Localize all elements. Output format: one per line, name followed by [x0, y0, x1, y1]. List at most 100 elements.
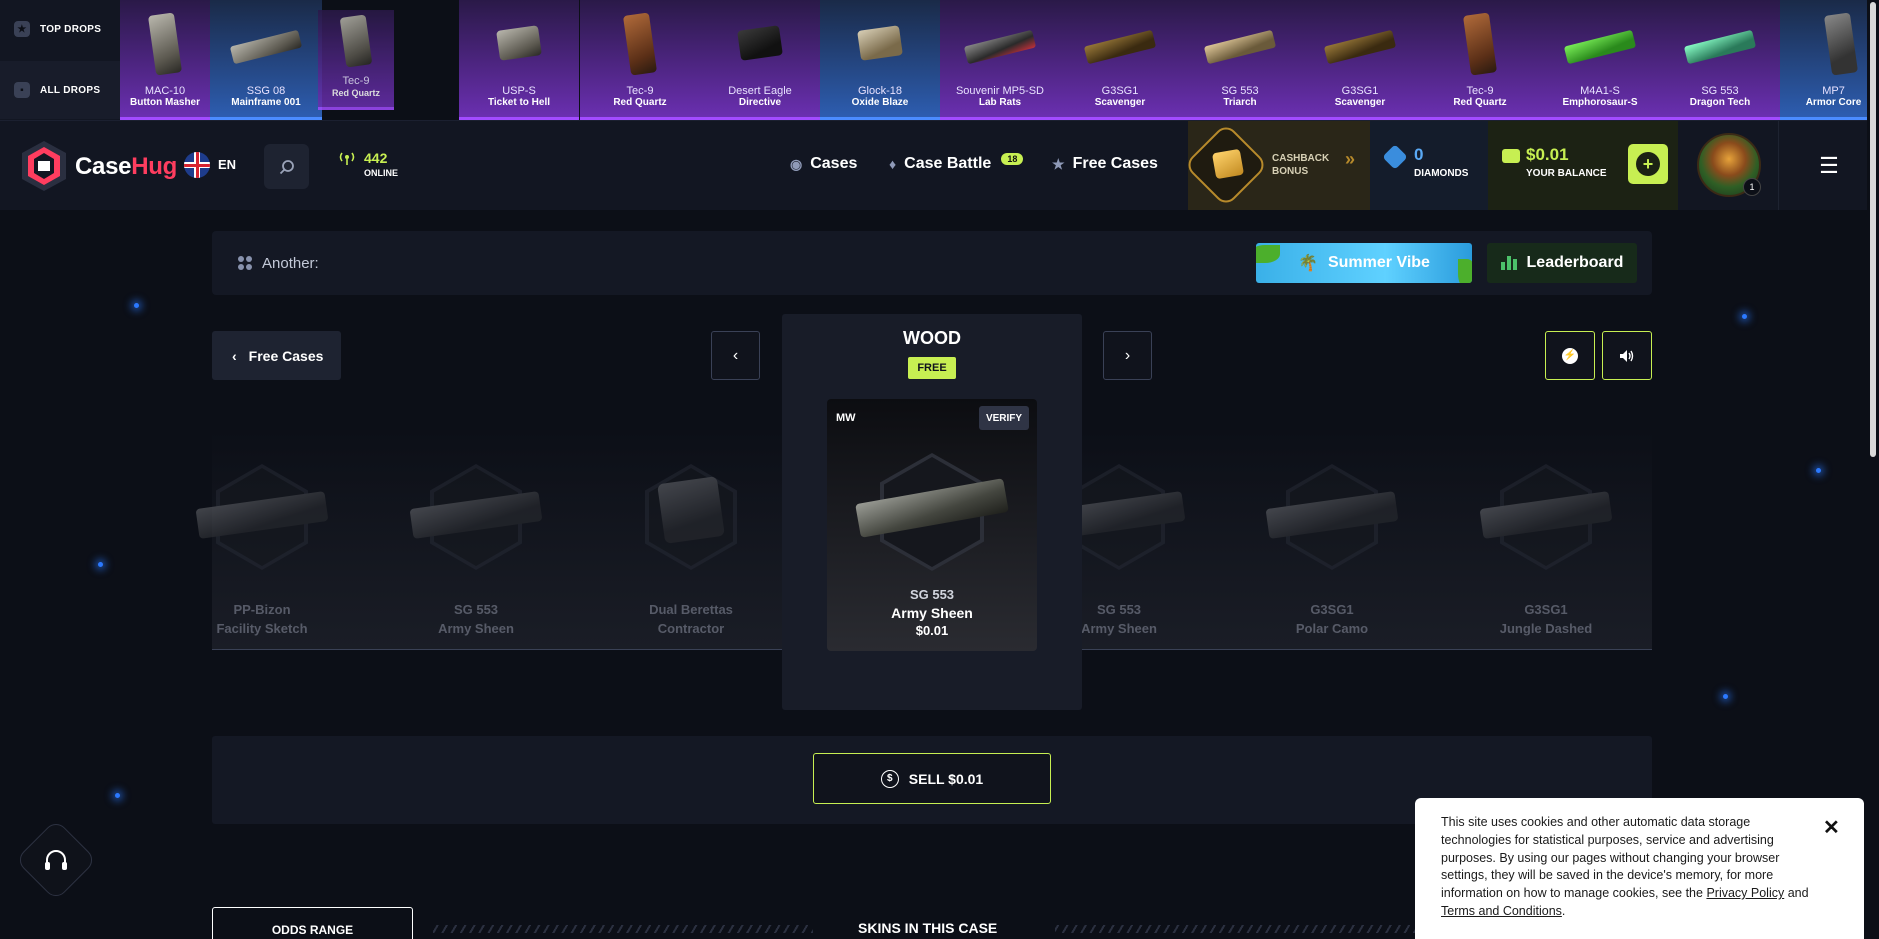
- back-to-free-cases-button[interactable]: ‹ Free Cases: [212, 331, 341, 380]
- drop-item[interactable]: G3SG1 Scavenger: [1060, 0, 1180, 120]
- signal-icon: [339, 152, 355, 165]
- drop-item[interactable]: Tec-9 Red Quartz: [580, 0, 700, 120]
- item-skin: Facility Sketch: [216, 621, 308, 636]
- glow-dot: [134, 303, 139, 308]
- leaderboard-label: Leaderboard: [1526, 254, 1624, 271]
- close-cookie-button[interactable]: ✕: [1823, 818, 1840, 838]
- free-badge: FREE: [908, 357, 956, 379]
- drop-item[interactable]: Desert Eagle Directive: [700, 0, 820, 120]
- sell-button[interactable]: $ SELL $0.01: [813, 753, 1051, 804]
- bar-chart-icon: [1500, 256, 1517, 270]
- logo-text[interactable]: CaseHug: [75, 153, 177, 181]
- drop-skin: Ticket to Hell: [487, 97, 551, 108]
- prev-case-button[interactable]: ‹: [711, 331, 760, 380]
- plus-icon: +: [1636, 152, 1660, 176]
- add-funds-button[interactable]: +: [1628, 144, 1668, 184]
- drop-weapon: Tec-9: [1466, 85, 1494, 97]
- won-item-card[interactable]: MW VERIFY SG 553 Army Sheen $0.01: [827, 399, 1037, 651]
- nav-cases[interactable]: ◉ Cases: [790, 155, 857, 173]
- scrollbar[interactable]: [1867, 0, 1879, 939]
- all-drops-tab[interactable]: ▪ ALL DROPS: [0, 61, 120, 119]
- drop-item[interactable]: SSG 08 Mainframe 001: [210, 0, 322, 120]
- privacy-policy-link[interactable]: Privacy Policy: [1706, 886, 1784, 900]
- terms-link[interactable]: Terms and Conditions: [1441, 904, 1562, 918]
- drop-item[interactable]: M4A1-S Emphorosaur-S: [1540, 0, 1660, 120]
- leaderboard-button[interactable]: Leaderboard: [1487, 243, 1637, 283]
- drop-item[interactable]: USP-S Ticket to Hell: [459, 0, 579, 120]
- sound-toggle-button[interactable]: [1602, 331, 1652, 380]
- drop-weapon: G3SG1: [1341, 85, 1379, 97]
- box-icon: ▪: [14, 82, 30, 98]
- cashback-bonus-button[interactable]: CASHBACK BONUS »: [1183, 121, 1370, 210]
- nav-battle-label: Case Battle: [904, 155, 992, 172]
- nav-cases-label: Cases: [810, 155, 858, 172]
- next-case-button[interactable]: ›: [1103, 331, 1152, 380]
- drop-skin: Red Quartz: [331, 88, 380, 98]
- fast-mode-button[interactable]: ⚡: [1545, 331, 1595, 380]
- drop-skin: Button Masher: [130, 97, 200, 108]
- drop-skin: Scavenger: [1334, 97, 1386, 108]
- balance-value: $0.01: [1526, 145, 1569, 164]
- summer-vibe-button[interactable]: 🌴 Summer Vibe: [1256, 243, 1472, 283]
- drop-skin: Armor Core: [1805, 97, 1862, 108]
- uk-flag-icon[interactable]: [184, 152, 210, 178]
- drop-weapon: SG 553: [1221, 85, 1259, 97]
- drops-filter: ★ TOP DROPS ▪ ALL DROPS: [0, 0, 120, 120]
- drop-item[interactable]: MAC-10 Button Masher: [120, 0, 210, 120]
- chevron-right-icon: ›: [1124, 346, 1131, 364]
- item-skin: Polar Camo: [1295, 621, 1369, 636]
- wallet-icon: [1502, 149, 1520, 163]
- drop-skin: Red Quartz: [1453, 97, 1507, 108]
- weapon-image: [229, 29, 303, 65]
- verify-button[interactable]: VERIFY: [979, 406, 1029, 430]
- drop-item[interactable]: G3SG1 Scavenger: [1300, 0, 1420, 120]
- drop-item[interactable]: Tec-9 Red Quartz: [318, 10, 394, 110]
- drop-item[interactable]: SG 553 Dragon Tech: [1660, 0, 1780, 120]
- online-count: 442: [364, 150, 388, 166]
- leaf-decor: [1458, 259, 1472, 283]
- diamonds-label: DIAMONDS: [1414, 168, 1469, 179]
- site-header: CaseHug EN 442 ONLINE ◉ Cases ♦ Case Bat…: [0, 121, 1879, 210]
- drop-skin: Dragon Tech: [1689, 97, 1751, 108]
- drop-item[interactable]: MP7 Armor Core: [1780, 0, 1867, 120]
- diamond-icon: [1382, 144, 1408, 170]
- drop-weapon: Glock-18: [857, 85, 903, 97]
- language-selector[interactable]: EN: [218, 157, 236, 172]
- chevron-left-icon: ‹: [232, 347, 237, 364]
- weapon-image: [1203, 29, 1277, 65]
- nav-case-battle[interactable]: ♦ Case Battle 18: [889, 153, 1024, 173]
- nav-free-cases[interactable]: ★ Free Cases: [1052, 155, 1158, 173]
- speaker-icon: [1620, 349, 1634, 362]
- odds-range-tab[interactable]: ODDS RANGE: [212, 907, 413, 939]
- case-panel: WOOD FREE MW VERIFY SG 553 Army Sheen $0…: [782, 314, 1082, 710]
- drop-item[interactable]: Glock-18 Oxide Blaze: [820, 0, 940, 120]
- casehug-logo-icon[interactable]: [20, 139, 68, 193]
- item-weapon: SG 553: [909, 587, 955, 602]
- skins-section-title: SKINS IN THIS CASE: [858, 920, 998, 936]
- wear-label: MW: [836, 412, 856, 424]
- weapon-image: [1083, 29, 1157, 65]
- glow-dot: [1816, 468, 1821, 473]
- all-drops-label: ALL DROPS: [40, 84, 101, 96]
- drop-item[interactable]: SG 553 Triarch: [1180, 0, 1300, 120]
- diamonds-balance[interactable]: 0 DIAMONDS: [1370, 121, 1488, 210]
- drop-skin: Oxide Blaze: [851, 97, 909, 108]
- drop-skin: Lab Rats: [978, 97, 1022, 108]
- weapon-image: [963, 29, 1037, 65]
- drop-item[interactable]: Tec-9 Red Quartz: [1420, 0, 1540, 120]
- drop-skin: Triarch: [1223, 97, 1257, 108]
- lightning-icon: ⚡: [1562, 347, 1578, 364]
- flame-icon: ♦: [889, 156, 897, 172]
- scrollbar-thumb[interactable]: [1870, 2, 1876, 457]
- balance-label: YOUR BALANCE: [1526, 168, 1607, 179]
- weapon-image: [622, 12, 658, 76]
- search-button[interactable]: [264, 144, 309, 189]
- menu-button[interactable]: ☰: [1778, 121, 1879, 210]
- headset-icon[interactable]: [41, 846, 71, 876]
- stripe-decor: [433, 925, 813, 933]
- weapon-image: [339, 14, 373, 68]
- drop-item[interactable]: Souvenir MP5-SD Lab Rats: [940, 0, 1060, 120]
- drop-weapon: G3SG1: [1101, 85, 1139, 97]
- battle-count-badge: 18: [1001, 153, 1024, 165]
- top-drops-tab[interactable]: ★ TOP DROPS: [0, 0, 120, 58]
